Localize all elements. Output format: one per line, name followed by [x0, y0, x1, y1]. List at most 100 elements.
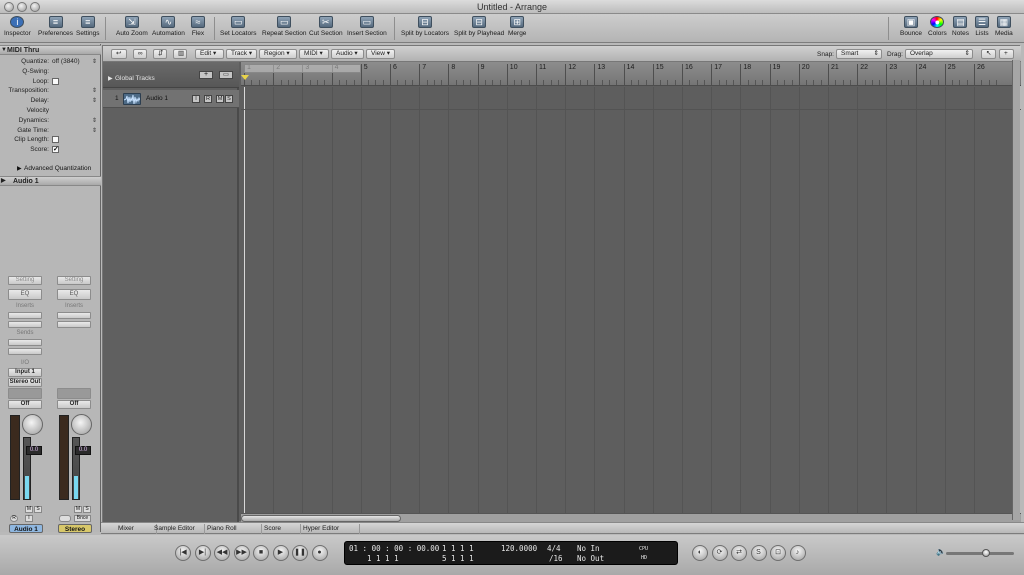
input-monitor-button[interactable]: I — [25, 515, 33, 522]
insert-slot[interactable] — [8, 312, 42, 319]
link-icon[interactable] — [59, 515, 71, 522]
automation-button[interactable]: ∿ Automation — [152, 15, 185, 42]
param-row[interactable]: Loop: — [0, 77, 101, 87]
tab-mixer[interactable]: Mixer — [118, 525, 134, 532]
drag-menu[interactable]: Overlap ⇕ — [905, 49, 973, 59]
sync-button[interactable]: ⊡ — [770, 545, 786, 561]
param-checkbox[interactable]: ✓ — [52, 146, 59, 154]
stop-button[interactable]: ■ — [253, 545, 269, 561]
tab-hyper-editor[interactable]: Hyper Editor — [303, 525, 339, 532]
param-row[interactable]: Transposition: ⇕ — [0, 86, 101, 96]
param-row[interactable]: Dynamics: ⇕ — [0, 116, 101, 126]
playhead-marker-icon[interactable] — [241, 75, 249, 80]
pan-knob[interactable] — [22, 414, 43, 435]
param-row[interactable]: Delay: ⇕ — [0, 96, 101, 106]
output-button[interactable]: Stereo Out — [8, 378, 42, 387]
split-by-playhead-button[interactable]: ⊟ Split by Playhead — [454, 15, 504, 42]
automation-mode-button[interactable]: Off — [57, 400, 91, 409]
settings-button[interactable]: ≡ Settings — [76, 15, 100, 42]
balance-knob[interactable] — [71, 414, 92, 435]
insert-slot[interactable] — [57, 312, 91, 319]
record-button[interactable]: ● — [311, 545, 328, 561]
scroll-thumb[interactable] — [241, 515, 401, 522]
region-parameters-header[interactable]: ▼ MIDI Thru — [0, 45, 101, 55]
volume-fader[interactable] — [59, 415, 69, 500]
tab-sample-editor[interactable]: Sample Editor — [154, 525, 195, 532]
lists-button[interactable]: ☰ Lists — [975, 15, 989, 42]
automation-mode-button[interactable]: Off — [8, 400, 42, 409]
menu-edit[interactable]: Edit ▾ — [195, 49, 224, 59]
cycle-area[interactable] — [244, 64, 361, 73]
stepper-icon[interactable]: ⇕ — [92, 116, 97, 126]
forward-button[interactable]: ▶▶ — [233, 545, 250, 561]
setting-button[interactable]: Setting — [57, 276, 91, 285]
setting-button[interactable]: Setting — [8, 276, 42, 285]
menu-track[interactable]: Track ▾ — [226, 49, 257, 59]
master-volume-slider[interactable] — [946, 549, 1014, 557]
back-icon[interactable]: ↩ — [111, 49, 127, 59]
vertical-scrollbar[interactable] — [1012, 60, 1020, 520]
cut-section-button[interactable]: ✂ Cut Section — [309, 15, 343, 42]
send-slot[interactable] — [8, 348, 42, 355]
menu-view[interactable]: View ▾ — [366, 49, 395, 59]
split-by-locators-button[interactable]: ⊟ Split by Locators — [401, 15, 449, 42]
merge-button[interactable]: ⊞ Merge — [508, 15, 526, 42]
folder-icon[interactable]: ▭ — [219, 71, 233, 79]
eq-button[interactable]: EQ — [8, 289, 42, 300]
arrange-canvas[interactable] — [241, 87, 1021, 513]
goto-end-button[interactable]: ▶| — [194, 545, 211, 561]
input-button[interactable]: Input 1 — [8, 368, 42, 377]
record-enable-button[interactable]: R — [10, 515, 18, 522]
mute-button[interactable]: M — [216, 95, 224, 103]
insert-section-button[interactable]: ▭ Insert Section — [347, 15, 387, 42]
tab-piano-roll[interactable]: Piano Roll — [207, 525, 237, 532]
pause-button[interactable]: ❚❚ — [292, 545, 308, 561]
menu-midi[interactable]: MIDI ▾ — [299, 49, 329, 59]
view-toggle-icon[interactable]: ▥ — [173, 49, 187, 59]
snap-menu[interactable]: Smart ⇕ — [836, 49, 882, 59]
param-checkbox[interactable] — [52, 77, 59, 85]
rewind-button[interactable]: ◀◀ — [214, 545, 230, 561]
stepper-icon[interactable]: ⇕ — [92, 96, 97, 106]
pencil-tool-icon[interactable]: + — [999, 49, 1014, 59]
cycle-button[interactable]: ⟳ — [711, 545, 728, 561]
bar-ruler[interactable]: 1234567891011121314151617181920212223242… — [241, 62, 1021, 86]
param-row[interactable]: Score: ✓ — [0, 145, 101, 155]
menu-audio[interactable]: Audio ▾ — [331, 49, 364, 59]
param-row[interactable]: Clip Length: — [0, 135, 101, 145]
param-checkbox[interactable] — [52, 136, 59, 144]
param-row[interactable]: Gate Time: ⇕ — [0, 126, 101, 136]
volume-fader[interactable] — [10, 415, 20, 500]
transport-display[interactable]: 01 : 00 : 00 : 00.00 1 1 1 1 1 1 1 1 5 1… — [344, 541, 678, 565]
param-row[interactable]: Velocity — [0, 106, 101, 116]
automation-slot[interactable] — [8, 388, 42, 399]
input-monitor-button[interactable]: I — [192, 95, 200, 103]
stepper-icon[interactable]: ⇕ — [92, 126, 97, 136]
insert-slot[interactable] — [57, 321, 91, 328]
track-row[interactable]: 1 Audio 1 I R M S — [103, 90, 239, 108]
insert-slot[interactable] — [8, 321, 42, 328]
low-latency-button[interactable]: ◐ — [692, 545, 708, 561]
solo-button[interactable]: S — [34, 506, 42, 513]
preferences-button[interactable]: ≡ Preferences — [38, 15, 73, 42]
colors-button[interactable]: ● Colors — [928, 15, 947, 42]
link-icon[interactable]: ∞ — [133, 49, 147, 59]
add-track-icon[interactable]: + — [199, 71, 213, 79]
send-slot[interactable] — [8, 339, 42, 346]
solo-button[interactable]: S — [750, 545, 767, 561]
solo-button[interactable]: S — [83, 506, 91, 513]
notes-button[interactable]: ▤ Notes — [952, 15, 969, 42]
mute-button[interactable]: M — [74, 506, 82, 513]
automation-slot[interactable] — [57, 388, 91, 399]
stepper-icon[interactable]: ⇕ — [92, 86, 97, 96]
solo-button[interactable]: S — [225, 95, 233, 103]
inspector-button[interactable]: i Inspector — [4, 15, 31, 42]
repeat-section-button[interactable]: ▭ Repeat Section — [262, 15, 306, 42]
record-enable-button[interactable]: R — [204, 95, 212, 103]
pointer-tool-icon[interactable]: ↖ — [981, 49, 996, 59]
stepper-icon[interactable]: ⇕ — [92, 57, 97, 67]
goto-start-button[interactable]: |◀ — [175, 545, 191, 561]
media-button[interactable]: ▦ Media — [995, 15, 1013, 42]
param-value[interactable]: off (3840) — [52, 57, 97, 67]
strip-name[interactable]: Stereo Out — [58, 524, 92, 542]
